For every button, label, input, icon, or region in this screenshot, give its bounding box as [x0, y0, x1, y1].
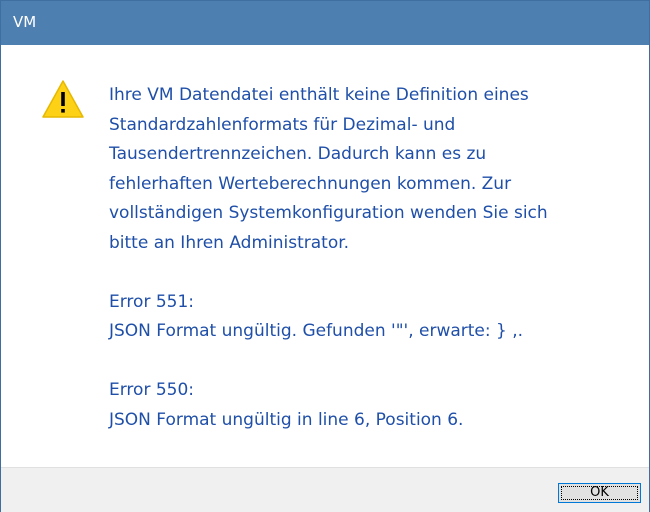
error-code: Error 550:: [109, 380, 195, 400]
message-line: fehlerhaften Werteberechnungen kommen. Z…: [109, 173, 512, 194]
window-title: VM: [13, 13, 37, 31]
ok-button[interactable]: OK: [558, 483, 641, 503]
warning-icon: [42, 80, 84, 118]
message-dialog: VM Ihre VM Datendatei enthält keine Defi…: [0, 0, 650, 512]
message-line: bitte an Ihren Administrator.: [109, 232, 350, 253]
dialog-content: Ihre VM Datendatei enthält keine Definit…: [1, 45, 649, 467]
button-bar: OK: [1, 467, 649, 512]
message-line: Tausendertrennzeichen. Dadurch kann es z…: [109, 144, 487, 164]
message-line: Standardzahlenformats für Dezimal- und: [109, 114, 456, 135]
error-detail: JSON Format ungültig. Gefunden '"', erwa…: [109, 321, 524, 341]
message-line: vollständigen Systemkonfiguration wenden…: [109, 203, 548, 223]
message-line: Ihre VM Datendatei enthält keine Definit…: [109, 85, 529, 105]
title-bar[interactable]: VM: [1, 1, 649, 45]
dialog-message: Ihre VM Datendatei enthält keine Definit…: [109, 81, 629, 435]
error-detail: JSON Format ungültig in line 6, Position…: [109, 409, 464, 430]
error-code: Error 551:: [109, 291, 195, 312]
